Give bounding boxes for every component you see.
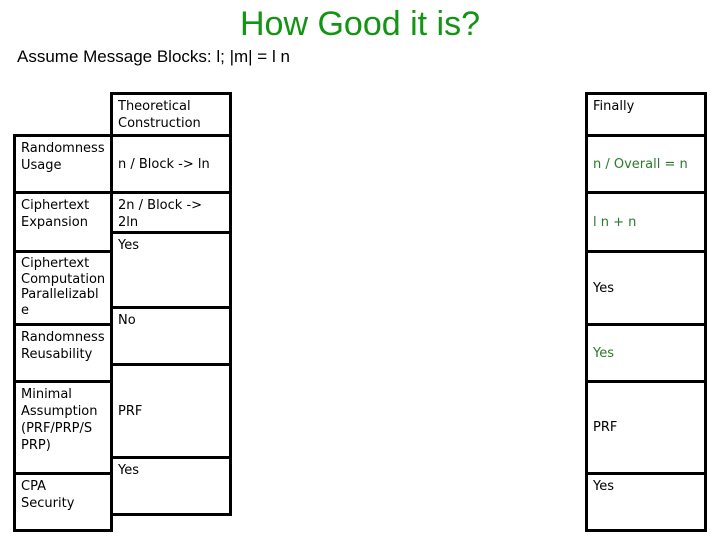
finally-randomness-reusability: Yes bbox=[585, 323, 707, 383]
theoretical-randomness-usage: n / Block -> ln bbox=[110, 134, 232, 194]
label-randomness-usage: Randomness Usage bbox=[13, 134, 113, 194]
label-ciphertext-expansion: Ciphertext Expansion bbox=[13, 191, 113, 253]
cell-text: n / Block -> ln bbox=[118, 156, 210, 172]
theoretical-randomness-reusability: No bbox=[110, 306, 232, 366]
theoretical-minimal-assumption: PRF bbox=[110, 363, 232, 459]
finally-randomness-usage: n / Overall = n bbox=[585, 134, 707, 194]
theoretical-cpa-security: Yes bbox=[110, 456, 232, 516]
label-minimal-assumption: Minimal Assumption (PRF/PRP/S PRP) bbox=[13, 380, 113, 475]
header-theoretical: Theoretical Construction bbox=[110, 92, 232, 137]
theoretical-parallelizable: Yes bbox=[110, 231, 232, 309]
cell-text: l n + n bbox=[593, 214, 637, 230]
label-randomness-reusability: Randomness Reusability bbox=[13, 323, 113, 383]
theoretical-ciphertext-expansion: 2n / Block -> 2ln bbox=[110, 191, 232, 234]
slide-subtitle: Assume Message Blocks: l; |m| = l n bbox=[17, 47, 290, 66]
finally-parallelizable: Yes bbox=[585, 250, 707, 326]
label-cpa-security: CPA Security bbox=[13, 472, 113, 532]
cell-text: Yes bbox=[593, 345, 614, 361]
finally-minimal-assumption: PRF bbox=[585, 380, 707, 475]
finally-ciphertext-expansion: l n + n bbox=[585, 191, 707, 253]
cell-text: PRF bbox=[118, 403, 143, 419]
header-finally: Finally bbox=[585, 92, 707, 137]
cell-text: PRF bbox=[593, 420, 618, 435]
cell-text: Yes bbox=[593, 280, 614, 296]
label-parallelizable: Ciphertext Computation Parallelizabl e bbox=[13, 250, 113, 326]
cell-text: n / Overall = n bbox=[593, 156, 688, 172]
finally-cpa-security: Yes bbox=[585, 472, 707, 532]
slide-title: How Good it is? bbox=[240, 5, 480, 43]
